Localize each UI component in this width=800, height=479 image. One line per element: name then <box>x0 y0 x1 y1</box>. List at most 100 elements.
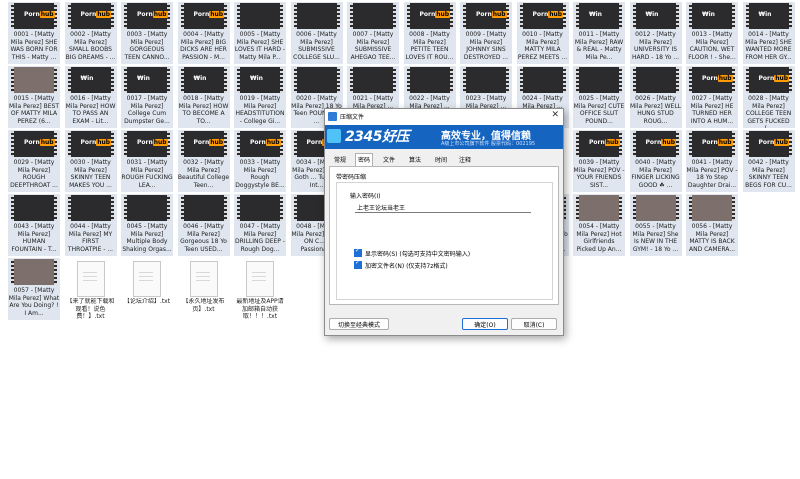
tab-algorithm[interactable]: 算法 <box>407 154 423 165</box>
video-file-item[interactable]: 0046 - [Matty Mila Perez] Gorgeous 18 Yo… <box>177 194 230 256</box>
tab-general[interactable]: 常规 <box>332 154 348 165</box>
site-logo-text: ₩in <box>645 11 659 18</box>
video-file-item[interactable]: 0045 - [Matty Mila Perez] Multiple Body … <box>121 194 173 256</box>
text-file-item[interactable]: 最新地址及APP请加邮箱自动获取！！！.txt <box>234 258 286 320</box>
encrypt-filenames-checkbox[interactable]: 加密文件名(N) (仅支持7z格式) <box>354 259 448 270</box>
site-logo-text: ₩in <box>758 11 772 18</box>
film-strip-icon <box>675 3 679 29</box>
file-name: 0039 - [Matty Mila Perez] POV - YOUR FRI… <box>573 159 625 189</box>
film-strip-icon <box>350 67 353 93</box>
film-strip-icon <box>506 67 509 93</box>
tab-files[interactable]: 文件 <box>381 154 397 165</box>
video-file-item[interactable]: Pornhub 0042 - [Matty Mila Perez] SKINNY … <box>742 130 795 192</box>
video-file-item[interactable]: ₩in 0011 - [Matty Mila Perez] RAW & REAL … <box>573 2 625 64</box>
video-thumbnail-icon <box>463 67 509 93</box>
close-icon[interactable]: ✕ <box>551 110 559 120</box>
file-name: 0055 - [Matty Mila Perez] She Is NEW IN … <box>632 223 679 253</box>
show-password-checkbox[interactable]: 显示密码(S) (勾选可支持中文密码输入) <box>354 247 470 258</box>
video-file-item[interactable]: 0056 - [Matty Mila Perez] MATTY IS BACK … <box>686 194 738 256</box>
video-file-item[interactable]: ₩in 0019 - [Matty Mila Perez] HEADSTITUTI… <box>234 66 286 128</box>
video-file-item[interactable]: 0043 - [Matty Mila Perez] HUMAN FOUNTAIN… <box>8 194 60 256</box>
file-name: 0014 - [Matty Mila Perez] SHE WANTED MOR… <box>745 31 792 61</box>
video-file-item[interactable]: 0044 - [Matty Mila Perez] MY FIRST THROA… <box>64 194 117 256</box>
video-file-item[interactable]: Pornhub 0008 - [Matty Mila Perez] PETITE … <box>403 2 456 64</box>
video-thumbnail-icon: ₩in <box>745 3 792 29</box>
video-file-item[interactable]: 0055 - [Matty Mila Perez] She Is NEW IN … <box>629 194 682 256</box>
film-strip-icon <box>519 3 523 29</box>
ok-button[interactable]: 确定(O) <box>462 318 508 330</box>
video-file-item[interactable]: 0025 - [Matty Mila Perez] CUTE OFFICE SL… <box>573 66 625 128</box>
video-file-item[interactable]: ₩in 0014 - [Matty Mila Perez] SHE WANTED … <box>742 2 795 64</box>
site-logo: Pornhub <box>81 139 112 146</box>
video-file-item[interactable]: Pornhub 0001 - [Matty Mila Perez] SHE WAS… <box>8 2 60 64</box>
site-logo: Pornhub <box>533 11 564 18</box>
text-file-item[interactable]: 【永久地址发布页】.txt <box>178 258 230 320</box>
film-strip-icon <box>11 259 14 285</box>
cancel-button[interactable]: 取消(C) <box>511 318 557 330</box>
video-file-item[interactable]: ₩in 0012 - [Matty Mila Perez] UNIVERSITY … <box>629 2 682 64</box>
video-file-item[interactable]: Pornhub 0004 - [Matty Mila Perez] BIG DIC… <box>177 2 230 64</box>
film-strip-icon <box>293 195 297 221</box>
video-file-item[interactable]: 0006 - [Matty Mila Perez] SUBMISSIVE COL… <box>290 2 343 64</box>
site-logo-text: ₩in <box>702 11 715 18</box>
dialog-title-bar[interactable]: 压缩文件 ✕ <box>325 109 563 125</box>
text-file-item[interactable]: 【论坛介绍】.txt <box>121 258 173 320</box>
site-logo-text: Porn <box>532 11 549 18</box>
video-file-item[interactable]: Pornhub 0009 - [Matty Mila Perez] JOHNNY … <box>460 2 512 64</box>
video-file-item[interactable]: ₩in 0018 - [Matty Mila Perez] HOW TO BECO… <box>177 66 230 128</box>
video-file-item[interactable]: 0057 - [Matty Mila Perez] What Are You D… <box>8 258 60 320</box>
film-strip-icon <box>124 3 127 29</box>
video-file-item[interactable]: Pornhub 0003 - [Matty Mila Perez] GORGEOU… <box>121 2 173 64</box>
video-thumbnail-icon: Pornhub <box>124 3 170 29</box>
video-thumbnail-icon <box>124 195 170 221</box>
video-file-item[interactable]: Pornhub 0032 - [Matty Mila Perez] Beautif… <box>177 130 230 192</box>
video-file-item[interactable]: Pornhub 0030 - [Matty Mila Perez] SKINNY … <box>64 130 117 192</box>
video-file-item[interactable]: Pornhub 0028 - [Matty Mila Perez] COLLEGE… <box>742 66 795 128</box>
video-file-item[interactable]: 0007 - [Matty Mila Perez] SUBMISSIVE AHE… <box>347 2 399 64</box>
video-thumbnail-icon: Pornhub <box>124 131 170 157</box>
video-file-item[interactable]: Pornhub 0031 - [Matty Mila Perez] ROUGH F… <box>121 130 173 192</box>
video-file-item[interactable]: ₩in 0016 - [Matty Mila Perez] HOW TO PASS… <box>64 66 117 128</box>
video-file-item[interactable]: Pornhub 0010 - [Matty Mila Perez] MATTY M… <box>516 2 569 64</box>
video-file-item[interactable]: 0047 - [Matty Mila Perez] DRILLING DEEP … <box>234 194 286 256</box>
video-thumbnail-icon: Pornhub <box>689 67 735 93</box>
password-panel: 带密码压缩 输入密码(I) 显示密码(S) (勾选可支持中文密码输入) 加密文件… <box>329 166 559 305</box>
checkbox-checked-icon <box>354 259 362 269</box>
text-file-item[interactable]: 【来了就能下载和观看！说色费！】.txt <box>65 258 117 320</box>
film-strip-icon <box>632 131 636 157</box>
video-file-item[interactable]: ₩in 0013 - [Matty Mila Perez] CAUTION, WE… <box>686 2 738 64</box>
tab-comment[interactable]: 注释 <box>457 154 473 165</box>
film-strip-icon <box>689 67 692 93</box>
tab-password[interactable]: 密码 <box>355 153 374 167</box>
video-file-item[interactable]: Pornhub 0041 - [Matty Mila Perez] POV - 1… <box>686 130 738 192</box>
video-file-item[interactable]: Pornhub 0029 - [Matty Mila Perez] ROUGH D… <box>8 130 60 192</box>
video-thumbnail-icon <box>689 195 735 221</box>
tab-time[interactable]: 时间 <box>433 154 449 165</box>
site-logo-accent: hub <box>96 11 112 18</box>
video-file-item[interactable]: 0005 - [Matty Mila Perez] SHE LOVES IT H… <box>234 2 286 64</box>
banner: 2345好压 高效专业，值得信赖 A级上市公司旗下软件 股票代码：002195 <box>325 125 563 149</box>
film-strip-icon <box>449 67 453 93</box>
text-file-icon <box>133 261 161 297</box>
video-file-item[interactable]: Pornhub 0040 - [Matty Mila Perez] FINGER … <box>629 130 682 192</box>
video-file-item[interactable]: Pornhub 0033 - [Matty Mila Perez] Rough D… <box>234 130 286 192</box>
video-file-item[interactable]: 0026 - [Matty Mila Perez] WELL HUNG STUD… <box>629 66 682 128</box>
video-file-item[interactable]: 0015 - [Matty Mila Perez] BEST OF MATTY … <box>8 66 60 128</box>
site-logo-accent: hub <box>661 139 677 146</box>
file-name: 0001 - [Matty Mila Perez] SHE WAS BORN F… <box>10 31 58 61</box>
classic-mode-button[interactable]: 切换至经典模式 <box>329 318 389 330</box>
video-file-item[interactable]: Pornhub 0027 - [Matty Mila Perez] HE TURN… <box>686 66 738 128</box>
film-strip-icon <box>180 67 184 93</box>
site-logo-accent: hub <box>717 139 733 146</box>
site-logo-text: ₩in <box>193 75 207 82</box>
video-file-item[interactable]: Pornhub 0002 - [Matty Mila Perez] SMALL B… <box>64 2 117 64</box>
film-strip-icon <box>124 195 127 221</box>
password-input[interactable] <box>355 203 531 213</box>
film-strip-icon <box>336 3 340 29</box>
video-file-item[interactable]: 0054 - [Matty Mila Perez] Hot Girlfriend… <box>573 194 625 256</box>
site-logo-text: Porn <box>758 139 775 146</box>
file-name: 0031 - [Matty Mila Perez] ROUGH FUCKING … <box>121 159 173 189</box>
site-logo-text: Porn <box>80 139 97 146</box>
video-file-item[interactable]: ₩in 0017 - [Matty Mila Perez] College Cum… <box>121 66 173 128</box>
video-file-item[interactable]: Pornhub 0039 - [Matty Mila Perez] POV - Y… <box>573 130 625 192</box>
